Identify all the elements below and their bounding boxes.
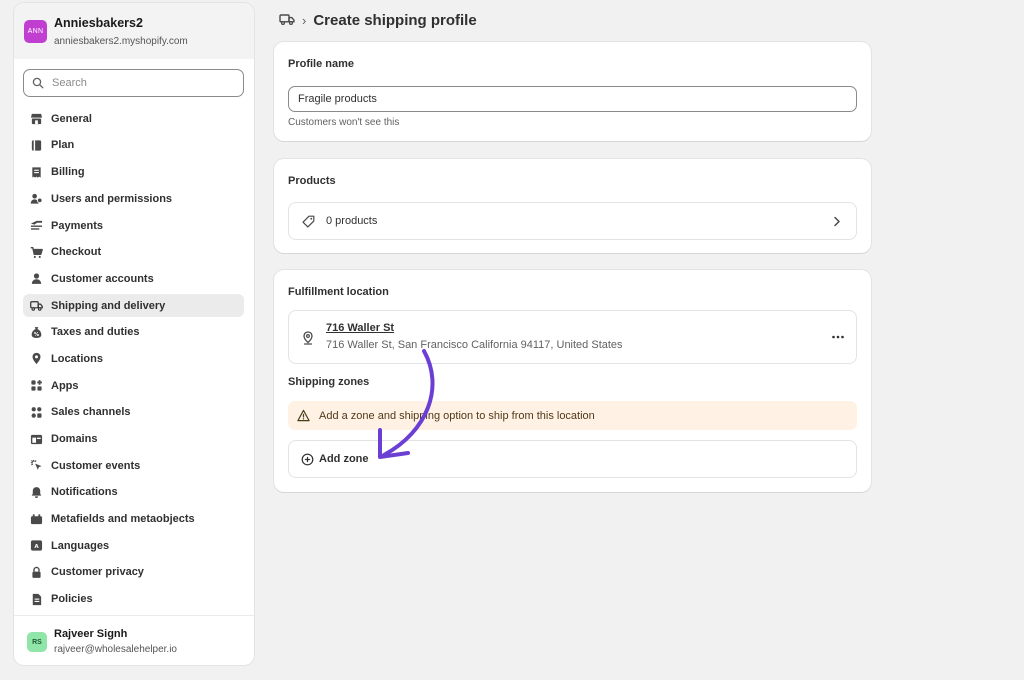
svg-text:A: A	[34, 544, 39, 550]
sidebar-item-sales-channels[interactable]: Sales channels	[23, 401, 244, 425]
card-title: Products	[288, 175, 336, 187]
products-card: Products 0 products	[274, 159, 871, 253]
sidebar-item-label: Notifications	[51, 486, 118, 499]
cart-icon	[29, 245, 43, 259]
sidebar-item-label: Customer events	[51, 459, 141, 472]
user-email: rajveer@wholesalehelper.io	[54, 644, 177, 655]
fulfillment-card: Fulfillment location 716 Waller St 716 W…	[274, 270, 871, 492]
tag-icon	[302, 215, 315, 228]
sidebar-item-label: Users and permissions	[51, 192, 173, 205]
breadcrumb-separator: ›	[302, 12, 307, 28]
sidebar-item-users[interactable]: Users and permissions	[23, 187, 244, 211]
settings-nav: General Plan Billing Users and permissio…	[23, 107, 244, 614]
svg-text:%: %	[33, 332, 38, 338]
sidebar-item-label: Plan	[51, 139, 75, 152]
sidebar-item-label: Customer accounts	[51, 272, 154, 285]
sidebar-item-label: Locations	[51, 352, 103, 365]
bell-icon	[29, 485, 43, 499]
sidebar-item-label: Metafields and metaobjects	[51, 513, 195, 526]
annotation-arrow	[378, 349, 435, 459]
store-switcher[interactable]: ANN Anniesbakers2 anniesbakers2.myshopif…	[14, 3, 254, 59]
receipt-icon	[29, 165, 43, 179]
metafields-icon	[29, 512, 43, 526]
page-title: Create shipping profile	[313, 11, 477, 29]
sidebar-item-customer-privacy[interactable]: Customer privacy	[23, 561, 244, 585]
sidebar-item-label: Payments	[51, 219, 103, 232]
store-domain: anniesbakers2.myshopify.com	[54, 36, 188, 47]
sidebar-item-label: Checkout	[51, 246, 102, 259]
sidebar-item-general[interactable]: General	[23, 107, 244, 131]
plan-icon	[29, 138, 43, 152]
breadcrumb: › Create shipping profile	[279, 10, 477, 30]
store-avatar: ANN	[24, 20, 47, 43]
sidebar-item-label: Taxes and duties	[51, 326, 140, 339]
sidebar-item-notifications[interactable]: Notifications	[23, 481, 244, 505]
sidebar-item-plan[interactable]: Plan	[23, 134, 244, 158]
search-icon	[32, 77, 44, 89]
sidebar-item-customer-accounts[interactable]: Customer accounts	[23, 267, 244, 291]
products-row[interactable]: 0 products	[288, 202, 857, 240]
location-pin-icon	[303, 331, 313, 345]
sidebar-item-label: Policies	[51, 593, 93, 606]
sidebar-item-locations[interactable]: Locations	[23, 347, 244, 371]
language-icon: A	[29, 539, 43, 553]
search-input[interactable]	[52, 77, 232, 89]
user-account[interactable]: RS Rajveer Signh rajveer@wholesalehelper…	[14, 615, 254, 665]
sidebar-item-domains[interactable]: Domains	[23, 427, 244, 451]
sidebar-item-label: General	[51, 112, 92, 125]
lock-icon	[29, 565, 43, 579]
card-title: Profile name	[288, 58, 355, 70]
sidebar-item-customer-events[interactable]: Customer events	[23, 454, 244, 478]
payments-icon	[29, 219, 43, 233]
sidebar-item-label: Billing	[51, 166, 85, 179]
sidebar-item-label: Languages	[51, 539, 110, 552]
chevron-right-icon	[834, 216, 840, 227]
settings-search[interactable]	[23, 69, 244, 97]
location-icon	[29, 352, 43, 366]
sidebar-item-apps[interactable]: Apps	[23, 374, 244, 398]
policy-icon	[29, 592, 43, 606]
add-zone-label: Add zone	[319, 453, 369, 465]
users-icon	[29, 192, 43, 206]
sidebar-item-billing[interactable]: Billing	[23, 160, 244, 184]
person-icon	[29, 272, 43, 286]
shipping-breadcrumb-link[interactable]	[279, 12, 295, 29]
sidebar-item-languages[interactable]: A Languages	[23, 534, 244, 558]
sidebar-item-label: Domains	[51, 433, 98, 445]
warning-icon	[297, 409, 310, 422]
card-title: Fulfillment location	[288, 286, 389, 298]
truck-icon	[279, 13, 295, 25]
sidebar-item-checkout[interactable]: Checkout	[23, 240, 244, 264]
sidebar-item-policies[interactable]: Policies	[23, 587, 244, 611]
sidebar-item-label: Customer privacy	[51, 566, 144, 579]
sidebar-item-metafields[interactable]: Metafields and metaobjects	[23, 507, 244, 531]
apps-icon	[29, 379, 43, 393]
profile-name-field[interactable]	[288, 86, 857, 112]
sidebar-item-payments[interactable]: Payments	[23, 214, 244, 238]
settings-sidebar: ANN Anniesbakers2 anniesbakers2.myshopif…	[14, 3, 254, 665]
shipping-zones-title: Shipping zones	[288, 376, 370, 388]
warning-text: Add a zone and shipping option to ship f…	[319, 409, 595, 422]
user-name: Rajveer Signh	[54, 628, 128, 640]
plus-circle-icon	[301, 453, 314, 466]
profile-name-input[interactable]	[298, 93, 838, 105]
truck-icon	[29, 299, 43, 313]
help-text: Customers won't see this	[288, 117, 400, 128]
profile-name-card: Profile name Customers won't see this	[274, 42, 871, 141]
sidebar-item-label: Sales channels	[51, 406, 131, 419]
tax-icon: %	[29, 325, 43, 339]
sidebar-item-shipping[interactable]: Shipping and delivery	[23, 293, 244, 318]
avatar: RS	[27, 632, 47, 652]
more-actions-icon[interactable]	[831, 332, 845, 342]
sidebar-item-label: Shipping and delivery	[51, 299, 166, 312]
cursor-icon	[29, 459, 43, 473]
channels-icon	[29, 405, 43, 419]
sidebar-item-taxes[interactable]: % Taxes and duties	[23, 321, 244, 345]
products-count: 0 products	[326, 215, 378, 227]
domain-icon	[29, 432, 43, 446]
store-icon	[29, 112, 43, 126]
location-name-link[interactable]: 716 Waller St	[326, 322, 394, 334]
store-name: Anniesbakers2	[54, 16, 143, 30]
sidebar-item-label: Apps	[51, 379, 79, 392]
